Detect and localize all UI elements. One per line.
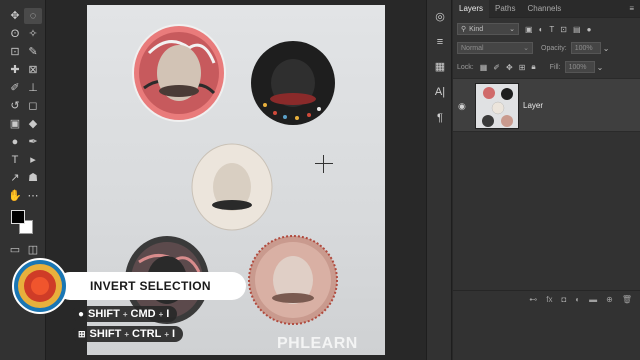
fill-field[interactable]: 100% (564, 61, 595, 73)
layer-thumbnail (475, 83, 519, 129)
shortcut-key: CMD (130, 308, 156, 320)
layer-row[interactable]: ◉ Layer (453, 78, 640, 132)
fx-icon[interactable]: fx (546, 295, 552, 304)
chevron-down-icon: ⌄ (509, 26, 515, 33)
shape-icon[interactable]: ☗ (24, 170, 42, 186)
filter-type-icon[interactable]: T (549, 25, 554, 34)
apple-icon: ● (78, 308, 85, 320)
mac-shortcut: ● SHIFT + CMD + I (72, 306, 178, 322)
search-icon: ⚲ (461, 26, 467, 33)
fill-label: Fill: (549, 63, 561, 71)
shortcut-title: INVERT SELECTION (56, 272, 246, 300)
healing-icon[interactable]: ✚ (6, 62, 24, 78)
lock-artboard-icon[interactable]: ⊞ (519, 63, 526, 72)
plus-sign: + (158, 309, 164, 319)
filter-pixel-icon[interactable]: ▣ (525, 25, 533, 34)
move-icon[interactable]: ✥ (6, 8, 24, 24)
panel-icon-strip: ◎ ≡ ▦ A| ¶ (426, 0, 452, 360)
more-icon[interactable]: ⋯ (24, 188, 42, 204)
lock-pixels-icon[interactable]: ▦ (480, 63, 488, 72)
character-icon[interactable]: A| (432, 84, 448, 100)
history-brush-icon[interactable]: ↺ (6, 98, 24, 114)
libraries-icon[interactable]: ▦ (432, 58, 448, 74)
chevron-down-icon[interactable]: ⌄ (597, 63, 604, 72)
layers-footer: ⊷ fx ◘ ◐ ▬ ⊕ 🗑︎ (453, 290, 640, 308)
filter-adjust-icon[interactable]: ◐ (539, 25, 544, 34)
layers-panel: Layers Paths Channels ≡ ⚲ Kind ⌄ ▣ ◐ T ⊡… (453, 0, 640, 360)
lock-label: Lock: (457, 63, 474, 71)
blur-icon[interactable]: ◆ (24, 116, 42, 132)
shortcut-key: SHIFT (88, 308, 120, 320)
eraser-icon[interactable]: ◻ (24, 98, 42, 114)
paragraph-icon[interactable]: ¶ (432, 110, 448, 126)
blend-row: Normal ⌄ Opacity: 100% ⌄ (453, 40, 640, 56)
adjustment-layer-icon[interactable]: ◐ (575, 295, 580, 304)
screen-mode-icon[interactable]: ▭ (6, 242, 24, 258)
new-group-icon[interactable]: ▬ (589, 295, 597, 304)
cursor-crosshair-icon (315, 155, 333, 173)
chevron-down-icon[interactable]: ⌄ (603, 44, 610, 53)
kind-filter-select[interactable]: ⚲ Kind ⌄ (457, 23, 519, 35)
opacity-field[interactable]: 100% (570, 42, 601, 54)
hand-icon[interactable]: ✋ (6, 188, 24, 204)
shortcut-key: I (172, 328, 176, 340)
blend-mode-select[interactable]: Normal ⌄ (457, 42, 533, 54)
windows-icon: ⊞ (78, 328, 86, 339)
new-layer-icon[interactable]: ⊕ (606, 295, 613, 304)
marquee-icon[interactable]: ◌ (24, 8, 42, 24)
photoshop-window: ✥ ◌ ʘ ✧ ⊡ ✎ ✚ ⊠ ✐ ⊥ ↺ ◻ ▣ ◆ ● ✒ T ▸ ↗ ☗ ✋ ⋯ ▭ ◫ (0, 0, 640, 360)
trash-icon[interactable]: 🗑︎ (622, 295, 632, 304)
filter-smart-icon[interactable]: ▤ (573, 25, 581, 34)
visibility-eye-icon[interactable]: ◉ (458, 101, 466, 112)
filter-shape-icon[interactable]: ⊡ (560, 25, 567, 34)
lock-row: Lock: ▦ ✐ ✥ ⊞ 🔒︎ Fill: 100% ⌄ (453, 59, 640, 75)
lock-paint-icon[interactable]: ✐ (493, 63, 500, 72)
lasso-icon[interactable]: ʘ (6, 26, 24, 42)
windows-shortcut: ⊞ SHIFT + CTRL + I (72, 326, 184, 342)
brush-icon[interactable]: ✐ (6, 80, 24, 96)
panel-tabs: Layers Paths Channels ≡ (453, 0, 640, 18)
magic-wand-icon[interactable]: ✧ (24, 26, 42, 42)
lock-move-icon[interactable]: ✥ (506, 63, 513, 72)
crop-icon[interactable]: ⊡ (6, 44, 24, 60)
type-icon[interactable]: T (6, 152, 24, 168)
chevron-down-icon: ⌄ (523, 45, 529, 52)
pen-icon[interactable]: ✒ (24, 134, 42, 150)
layer-name[interactable]: Layer (523, 101, 543, 110)
dodge-icon[interactable]: ● (6, 134, 24, 150)
hats-image (125, 24, 338, 325)
kind-label: Kind (469, 25, 484, 33)
tab-paths[interactable]: Paths (489, 0, 521, 18)
panel-menu-icon[interactable]: ≡ (629, 4, 634, 13)
watermark: PHLEARN (277, 335, 358, 352)
shortcut-key: SHIFT (89, 328, 122, 340)
properties-icon[interactable]: ◎ (432, 8, 448, 24)
add-mask-icon[interactable]: ◘ (561, 295, 566, 304)
hats-photo[interactable]: PHLEARN (87, 5, 385, 355)
opacity-label: Opacity: (541, 44, 567, 52)
shortcut-key: CTRL (132, 328, 162, 340)
tab-layers[interactable]: Layers (453, 0, 490, 18)
adjustments-icon[interactable]: ≡ (432, 34, 448, 50)
frame-icon[interactable]: ⊠ (24, 62, 42, 78)
stamp-icon[interactable]: ⊥ (24, 80, 42, 96)
link-layers-icon[interactable]: ⊷ (529, 295, 537, 304)
lock-all-icon[interactable]: 🔒︎ (531, 62, 535, 72)
filter-row: ⚲ Kind ⌄ ▣ ◐ T ⊡ ▤ ● (453, 21, 640, 37)
filter-toggle-icon[interactable]: ● (587, 25, 592, 34)
blend-mode-value: Normal (461, 44, 484, 52)
eyedropper-icon[interactable]: ✎ (24, 44, 42, 60)
layer-thumbnail-image (482, 87, 513, 127)
foreground-color-swatch[interactable] (11, 210, 25, 224)
plus-sign: + (122, 309, 128, 319)
quick-mask-icon[interactable]: ◫ (24, 242, 42, 258)
direct-select-icon[interactable]: ↗ (6, 170, 24, 186)
path-select-icon[interactable]: ▸ (24, 152, 42, 168)
plus-sign: + (164, 329, 169, 339)
tab-channels[interactable]: Channels (521, 0, 567, 18)
gradient-icon[interactable]: ▣ (6, 116, 24, 132)
shortcut-key: I (166, 308, 170, 320)
phlearn-logo (12, 258, 68, 314)
plus-sign: + (124, 329, 129, 339)
